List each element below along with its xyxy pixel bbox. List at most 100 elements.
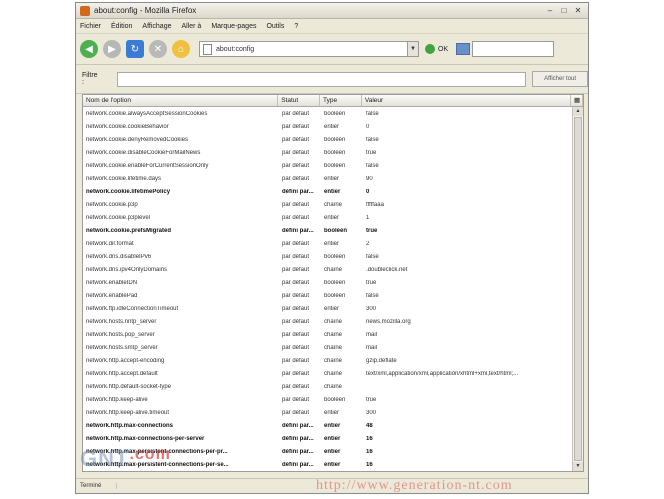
table-row[interactable]: network.cookie.lifetimePolicy défini par.… [83, 185, 573, 198]
cell-type: booléen [324, 162, 346, 169]
scroll-up-icon[interactable]: ▲ [573, 107, 583, 116]
search-engine-icon[interactable] [456, 43, 471, 55]
forward-arrow-icon[interactable]: ▶ [103, 40, 121, 58]
table-row[interactable]: network.cookie.alwaysAcceptSessionCookie… [83, 107, 573, 120]
cell-status: par défaut [282, 123, 310, 130]
maximize-button[interactable]: □ [558, 6, 570, 16]
column-header-status[interactable]: Statut [278, 95, 321, 106]
table-row[interactable]: network.dir.format par défaut entier 2 [83, 237, 573, 250]
menu-edit[interactable]: Édition [111, 23, 132, 30]
filter-input[interactable] [117, 71, 527, 87]
cell-name: network.ftp.idleConnectionTimeout [86, 305, 179, 312]
cell-name: network.enablePad [86, 292, 138, 299]
cell-value: mail [366, 331, 378, 338]
table-row[interactable]: network.cookie.denyRemovedCookies par déf… [83, 133, 573, 146]
cell-name: network.cookie.enableForCurrentSessionOn… [86, 162, 209, 169]
vertical-scrollbar[interactable]: ▲ ▼ [572, 107, 583, 471]
cell-value: 300 [366, 305, 377, 312]
cell-status: par défaut [282, 253, 310, 260]
table-row[interactable]: network.cookie.lifetime.days par défaut en… [83, 172, 573, 185]
table-row[interactable]: network.http.default-socket-type par défa… [83, 380, 573, 393]
cell-name: network.http.accept.default [86, 370, 158, 377]
home-icon[interactable]: ⌂ [172, 40, 190, 58]
table-row[interactable]: network.http.accept.default par défaut cha… [83, 367, 573, 380]
cell-name: network.cookie.p3plevel [86, 214, 151, 221]
table-row[interactable]: network.cookie.prefsMigrated défini par..… [83, 224, 573, 237]
menu-tools[interactable]: Outils [266, 23, 284, 30]
cell-type: booléen [324, 253, 346, 260]
table-row[interactable]: network.http.keep-alive.timeout par défau… [83, 406, 573, 419]
cell-type: booléen [324, 110, 346, 117]
cell-value: 16 [366, 448, 373, 455]
cell-status: par défaut [282, 110, 310, 117]
table-row[interactable]: network.cookie.cookieBehavior par défaut e… [83, 120, 573, 133]
table-row[interactable]: network.cookie.p3p par défaut chaîne fffffa… [83, 198, 573, 211]
cell-name: network.dns.ipv4OnlyDomains [86, 266, 168, 273]
cell-value: 16 [366, 461, 373, 468]
navigation-toolbar: ◀ ▶ ↻ ✕ ⌂ about:config ▼ OK [76, 34, 588, 65]
search-input[interactable] [472, 41, 555, 57]
cell-name: network.http.accept-encoding [86, 357, 165, 364]
cell-status: par défaut [282, 279, 310, 286]
close-button[interactable]: ✕ [572, 6, 584, 16]
go-label: OK [438, 45, 449, 53]
cell-value: 0 [366, 123, 370, 130]
back-arrow-icon[interactable]: ◀ [80, 40, 98, 58]
cell-name: network.http.max-connections-per-server [86, 435, 205, 442]
stop-icon[interactable]: ✕ [149, 40, 167, 58]
cell-value: 1 [366, 214, 370, 221]
table-row[interactable]: network.dns.ipv4OnlyDomains par défaut cha… [83, 263, 573, 276]
table-row[interactable]: network.dns.disableIPv6 par défaut booléen… [83, 250, 573, 263]
cell-status: défini par... [282, 448, 314, 455]
chevron-down-icon[interactable]: ▼ [407, 42, 418, 56]
cell-status: par défaut [282, 136, 310, 143]
reload-icon[interactable]: ↻ [126, 40, 144, 58]
cell-status: par défaut [282, 357, 310, 364]
table-row[interactable]: network.http.max-connections-per-server d… [83, 432, 573, 445]
cell-value: text/xml,application/xml,application/xht… [366, 370, 519, 377]
cell-name: network.http.keep-alive.timeout [86, 409, 170, 416]
table-row[interactable]: network.enablePad par défaut booléen false [83, 289, 573, 302]
table-row[interactable]: network.enableIDN par défaut booléen true [83, 276, 573, 289]
menu-bookmarks[interactable]: Marque-pages [211, 23, 256, 30]
table-row[interactable]: network.hosts.nntp_server par défaut chaîn… [83, 315, 573, 328]
go-button[interactable]: OK [425, 44, 448, 54]
cell-type: booléen [324, 292, 346, 299]
cell-name: network.hosts.pop_server [86, 331, 155, 338]
menu-view[interactable]: Affichage [142, 23, 171, 30]
table-header: Nom de l'option Statut Type Valeur ▦ [83, 95, 583, 107]
table-row[interactable]: network.hosts.pop_server par défaut chaîne… [83, 328, 573, 341]
cell-value: true [366, 279, 377, 286]
menu-file[interactable]: Fichier [80, 23, 101, 30]
filter-bar: Filtre : Afficher tout [76, 65, 588, 94]
column-header-name[interactable]: Nom de l'option [83, 95, 279, 106]
column-header-value[interactable]: Valeur [362, 95, 572, 106]
column-picker-icon[interactable]: ▦ [571, 95, 583, 106]
cell-type: booléen [324, 279, 346, 286]
minimize-button[interactable]: – [544, 6, 556, 16]
table-row[interactable]: network.cookie.disableCookieForMailNews p… [83, 146, 573, 159]
cell-status: par défaut [282, 175, 310, 182]
cell-value: gzip,deflate [366, 357, 397, 364]
scroll-down-icon[interactable]: ▼ [573, 462, 583, 471]
cell-value: 90 [366, 175, 373, 182]
table-row[interactable]: network.cookie.enableForCurrentSessionOn… [83, 159, 573, 172]
column-header-type[interactable]: Type [320, 95, 362, 106]
cell-name: network.cookie.disableCookieForMailNews [86, 149, 201, 156]
show-all-button[interactable]: Afficher tout [532, 71, 588, 87]
table-row[interactable]: network.ftp.idleConnectionTimeout par déf… [83, 302, 573, 315]
table-row[interactable]: network.cookie.p3plevel par défaut entier 1 [83, 211, 573, 224]
scroll-thumb[interactable] [574, 117, 582, 461]
table-row[interactable]: network.http.keep-alive par défaut booléen… [83, 393, 573, 406]
table-row[interactable]: network.http.accept-encoding par défaut ch… [83, 354, 573, 367]
table-row[interactable]: network.http.max-connections défini par..… [83, 419, 573, 432]
cell-type: chaîne [324, 201, 343, 208]
address-input[interactable]: about:config [216, 46, 254, 53]
cell-type: booléen [324, 149, 346, 156]
menu-help[interactable]: ? [294, 23, 298, 30]
menu-go[interactable]: Aller à [181, 23, 201, 30]
cell-status: par défaut [282, 214, 310, 221]
table-row[interactable]: network.hosts.smtp_server par défaut chaîn… [83, 341, 573, 354]
address-bar[interactable]: about:config ▼ [199, 41, 419, 57]
cell-type: chaîne [324, 318, 343, 325]
